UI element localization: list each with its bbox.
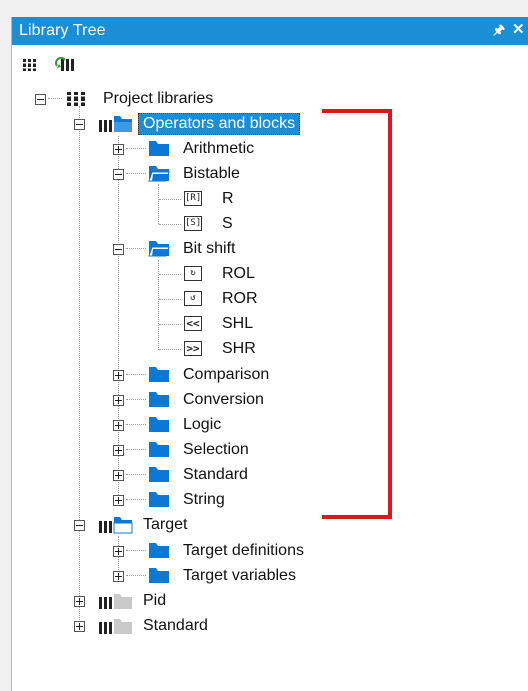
folder-icon (149, 392, 169, 407)
tree-label: Conversion (183, 391, 264, 408)
expand-toggle[interactable] (74, 596, 85, 607)
expand-toggle[interactable] (113, 420, 124, 431)
tree-item-selection[interactable]: Selection (0, 438, 300, 462)
collapse-toggle[interactable] (113, 169, 124, 180)
tree-item-pid[interactable]: Pid (0, 589, 300, 613)
expand-toggle[interactable] (113, 495, 124, 506)
tree-item-project-libraries[interactable]: Project libraries (0, 87, 300, 111)
expand-toggle[interactable] (113, 370, 124, 381)
collapse-toggle[interactable] (74, 520, 85, 531)
tree-label: Operators and blocks (138, 113, 301, 135)
tree-label: Selection (183, 441, 249, 458)
expand-toggle[interactable] (113, 571, 124, 582)
tree-item-ror[interactable]: ↺ ROR (0, 287, 300, 311)
function-block-icon: << (184, 316, 202, 331)
expand-toggle[interactable] (113, 445, 124, 456)
expand-toggle[interactable] (113, 395, 124, 406)
library-folder-icon (99, 619, 132, 634)
function-block-icon: >> (184, 341, 202, 356)
tree-label: Target variables (183, 567, 296, 584)
tree-item-conversion[interactable]: Conversion (0, 388, 300, 412)
tree-label: Target definitions (183, 542, 304, 559)
folder-icon (149, 568, 169, 583)
folder-icon (149, 543, 169, 558)
tree-label: R (222, 190, 234, 207)
library-folder-icon (99, 517, 133, 534)
collapse-toggle[interactable] (113, 244, 124, 255)
function-block-icon: ↺ (184, 291, 202, 306)
folder-icon (149, 442, 169, 457)
tree-label: Comparison (183, 366, 270, 383)
tree-label: Project libraries (103, 90, 214, 107)
tree-label: SHR (222, 340, 256, 357)
tree-label: ROL (222, 265, 255, 282)
tree-item-logic[interactable]: Logic (0, 413, 300, 437)
highlight-bracket-top (322, 109, 392, 113)
library-folder-icon (99, 116, 132, 132)
library-tree: Project libraries Operators and blocks A… (0, 0, 528, 691)
expand-toggle[interactable] (113, 546, 124, 557)
tree-item-bistable[interactable]: Bistable (0, 162, 300, 186)
tree-label: ROR (222, 290, 258, 307)
tree-item-target-variables[interactable]: Target variables (0, 564, 330, 588)
expand-toggle[interactable] (113, 144, 124, 155)
tree-item-s[interactable]: [S] S (0, 212, 300, 236)
folder-icon (149, 492, 169, 507)
tree-item-r[interactable]: [R] R (0, 187, 300, 211)
expand-toggle[interactable] (74, 621, 85, 632)
folder-icon (149, 141, 169, 156)
tree-label: S (222, 215, 233, 232)
tree-label: Bit shift (183, 240, 236, 257)
tree-label: Target (143, 516, 188, 533)
tree-label: Logic (183, 416, 222, 433)
tree-item-operators-and-blocks[interactable]: Operators and blocks (0, 112, 330, 136)
folder-icon (149, 417, 169, 432)
library-folder-icon (99, 594, 132, 609)
tree-label: Standard (143, 617, 208, 634)
tree-item-standard-operators[interactable]: Standard (0, 463, 300, 487)
tree-label: SHL (222, 315, 254, 332)
tree-label: String (183, 491, 225, 508)
tree-item-shr[interactable]: >> SHR (0, 337, 300, 361)
collapse-toggle[interactable] (74, 119, 85, 130)
highlight-bracket-bottom (322, 515, 392, 519)
collapse-toggle[interactable] (35, 94, 46, 105)
tree-item-target-definitions[interactable]: Target definitions (0, 539, 330, 563)
highlight-bracket (388, 109, 392, 519)
tree-item-arithmetic[interactable]: Arithmetic (0, 137, 300, 161)
tree-item-bit-shift[interactable]: Bit shift (0, 237, 300, 261)
libraries-icon (67, 92, 85, 106)
tree-label: Arithmetic (183, 140, 255, 157)
tree-label: Standard (183, 466, 248, 483)
folder-icon (149, 467, 169, 482)
function-block-icon: [R] (184, 191, 202, 206)
tree-label: Pid (143, 592, 167, 609)
open-folder-icon (148, 241, 170, 257)
tree-item-comparison[interactable]: Comparison (0, 363, 300, 387)
open-folder-icon (148, 166, 170, 182)
tree-item-target[interactable]: Target (0, 513, 300, 537)
expand-toggle[interactable] (113, 470, 124, 481)
tree-item-standard-library[interactable]: Standard (0, 614, 300, 638)
tree-item-rol[interactable]: ↻ ROL (0, 262, 300, 286)
tree-item-shl[interactable]: << SHL (0, 312, 300, 336)
tree-label: Bistable (183, 165, 240, 182)
tree-item-string[interactable]: String (0, 488, 300, 512)
folder-icon (149, 367, 169, 382)
function-block-icon: ↻ (184, 266, 202, 281)
function-block-icon: [S] (184, 216, 202, 231)
